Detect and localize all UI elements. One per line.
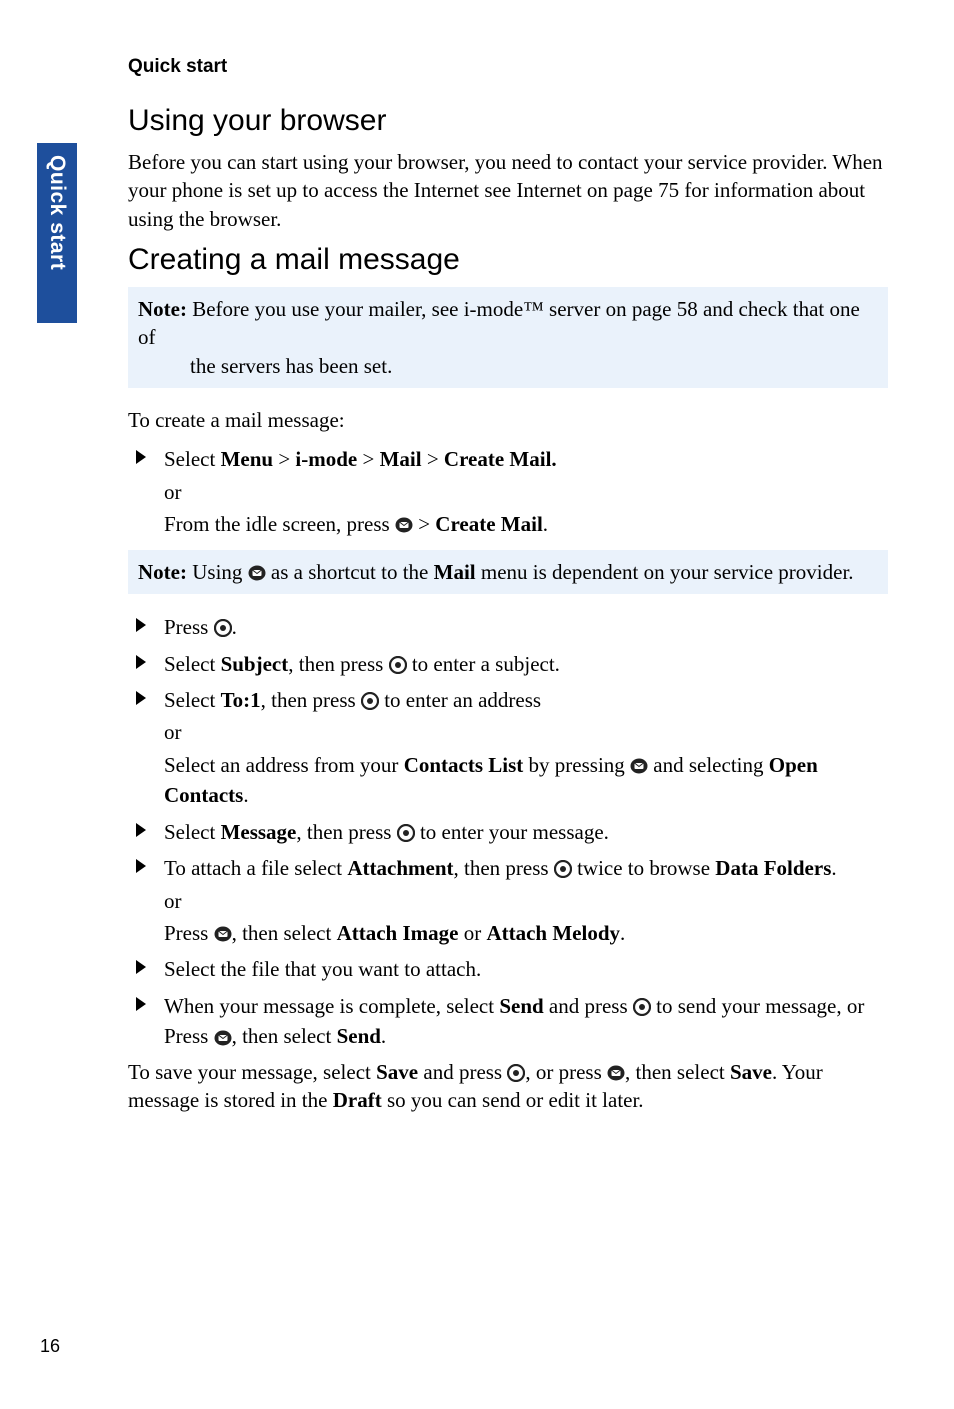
- note-box-1: Note: Before you use your mailer, see i-…: [128, 287, 888, 388]
- section-title-browser: Using your browser: [128, 104, 888, 138]
- page-content: Quick start Using your browser Before yo…: [128, 56, 888, 1124]
- page-number: 16: [40, 1336, 60, 1357]
- step-8: When your message is complete, select Se…: [150, 991, 888, 1052]
- envelope-key-icon: [214, 1029, 232, 1047]
- nav-key-icon: [397, 824, 415, 842]
- browser-body: Before you can start using your browser,…: [128, 148, 888, 233]
- envelope-key-icon: [248, 564, 266, 582]
- note-box-2: Note: Using as a shortcut to the Mail me…: [128, 550, 888, 594]
- note-label-2: Note:: [138, 560, 187, 584]
- envelope-key-icon: [607, 1064, 625, 1082]
- steps-list-1: Select Menu > i-mode > Mail > Create Mai…: [128, 444, 888, 539]
- step-5: Select Message, then press to enter your…: [150, 817, 888, 847]
- step-3: Select Subject, then press to enter a su…: [150, 649, 888, 679]
- nav-key-icon: [554, 860, 572, 878]
- envelope-key-icon: [395, 516, 413, 534]
- closing-paragraph: To save your message, select Save and pr…: [128, 1058, 888, 1115]
- nav-key-icon: [389, 656, 407, 674]
- envelope-key-icon: [214, 925, 232, 943]
- running-head: Quick start: [128, 56, 888, 78]
- note1-text-b: the servers has been set.: [138, 352, 878, 380]
- step-1: Select Menu > i-mode > Mail > Create Mai…: [150, 444, 888, 539]
- note1-text-a: Before you use your mailer, see i-mode™ …: [138, 297, 860, 349]
- nav-key-icon: [507, 1064, 525, 1082]
- nav-key-icon: [214, 619, 232, 637]
- sidebar-tab: Quick start: [37, 143, 77, 323]
- steps-list-2: Press . Select Subject, then press to en…: [128, 612, 888, 1052]
- step-6: To attach a file select Attachment, then…: [150, 853, 888, 948]
- envelope-key-icon: [630, 757, 648, 775]
- sidebar-label: Quick start: [45, 155, 69, 270]
- section-title-mail: Creating a mail message: [128, 243, 888, 277]
- step-7: Select the file that you want to attach.: [150, 954, 888, 984]
- note-label: Note:: [138, 297, 187, 321]
- mail-intro: To create a mail message:: [128, 406, 888, 434]
- nav-key-icon: [361, 692, 379, 710]
- nav-key-icon: [633, 998, 651, 1016]
- step-4: Select To:1, then press to enter an addr…: [150, 685, 888, 811]
- step-2: Press .: [150, 612, 888, 642]
